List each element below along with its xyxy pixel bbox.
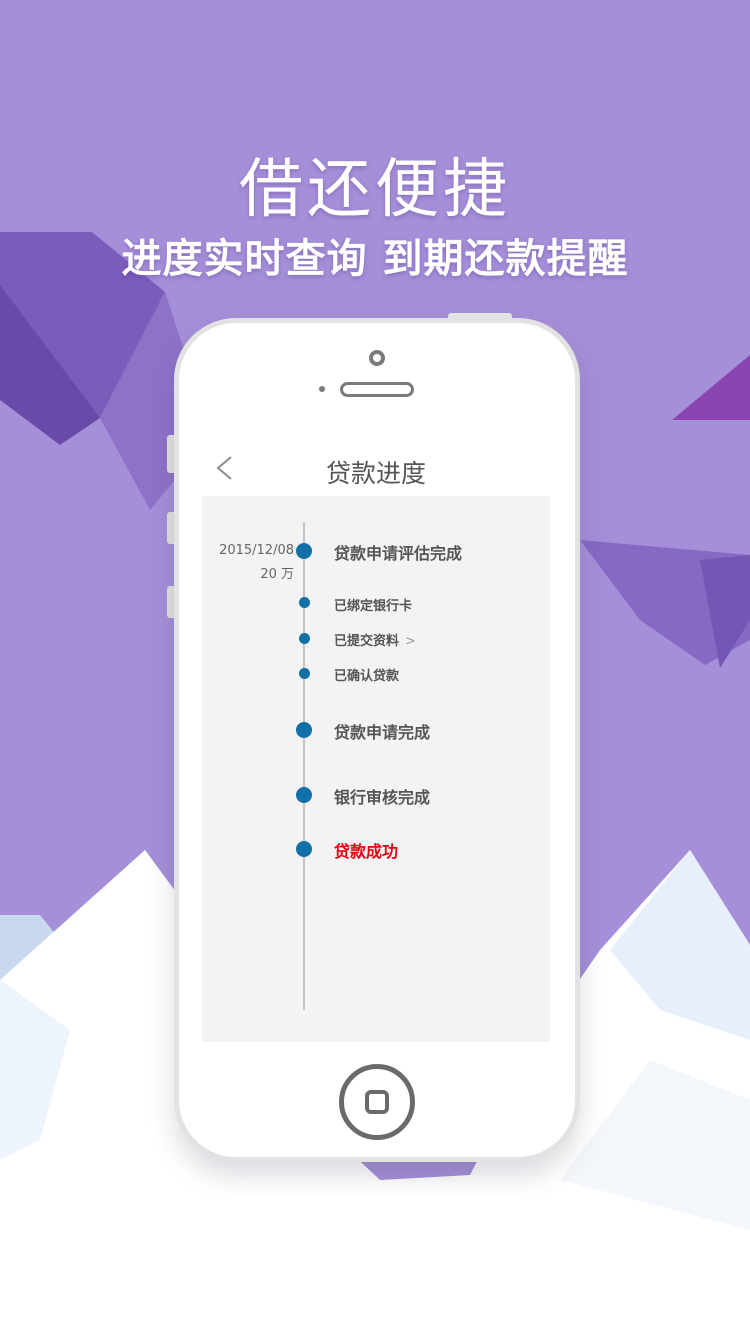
phone-speaker [340, 382, 414, 397]
phone-camera [369, 350, 385, 366]
loan-amount: 20 万 [260, 567, 294, 582]
timeline-step: 银行审核完成 [334, 788, 431, 807]
timeline-step: 贷款申请完成 [334, 723, 431, 742]
timeline-dot [299, 633, 310, 644]
timeline-rail [303, 522, 305, 1010]
timeline-dot [296, 543, 312, 559]
timeline-step: 已绑定银行卡 [334, 599, 413, 614]
timeline-step: 贷款申请评估完成 [334, 544, 463, 563]
phone-mute-switch [167, 435, 174, 473]
timeline-step: 已确认贷款 [334, 669, 400, 684]
progress-date: 2015/12/08 [219, 543, 294, 558]
chevron-right-icon: > [405, 634, 416, 649]
timeline-dot [299, 668, 310, 679]
home-square-icon [365, 1090, 389, 1114]
phone-sensor [319, 386, 325, 392]
app-screen: 贷款进度 2015/12/08 20 万 贷款申请评估完成 已绑定银行卡 已提交… [202, 440, 550, 1042]
timeline-step-success: 贷款成功 [334, 842, 399, 861]
phone-volume-up-button [167, 512, 174, 544]
timeline-step-link[interactable]: 已提交资料 > [334, 630, 416, 649]
timeline-dot [296, 787, 312, 803]
timeline-step-label: 已提交资料 [334, 634, 400, 649]
navigation-bar: 贷款进度 [202, 440, 550, 496]
phone-home-button[interactable] [339, 1064, 415, 1140]
promo-subtitle: 进度实时查询 到期还款提醒 [121, 236, 629, 282]
timeline-dot [296, 841, 312, 857]
page-title: 贷款进度 [325, 459, 426, 488]
promo-title: 借还便捷 [239, 153, 511, 227]
timeline-dot [296, 722, 312, 738]
phone-volume-down-button [167, 586, 174, 618]
timeline-dot [299, 597, 310, 608]
